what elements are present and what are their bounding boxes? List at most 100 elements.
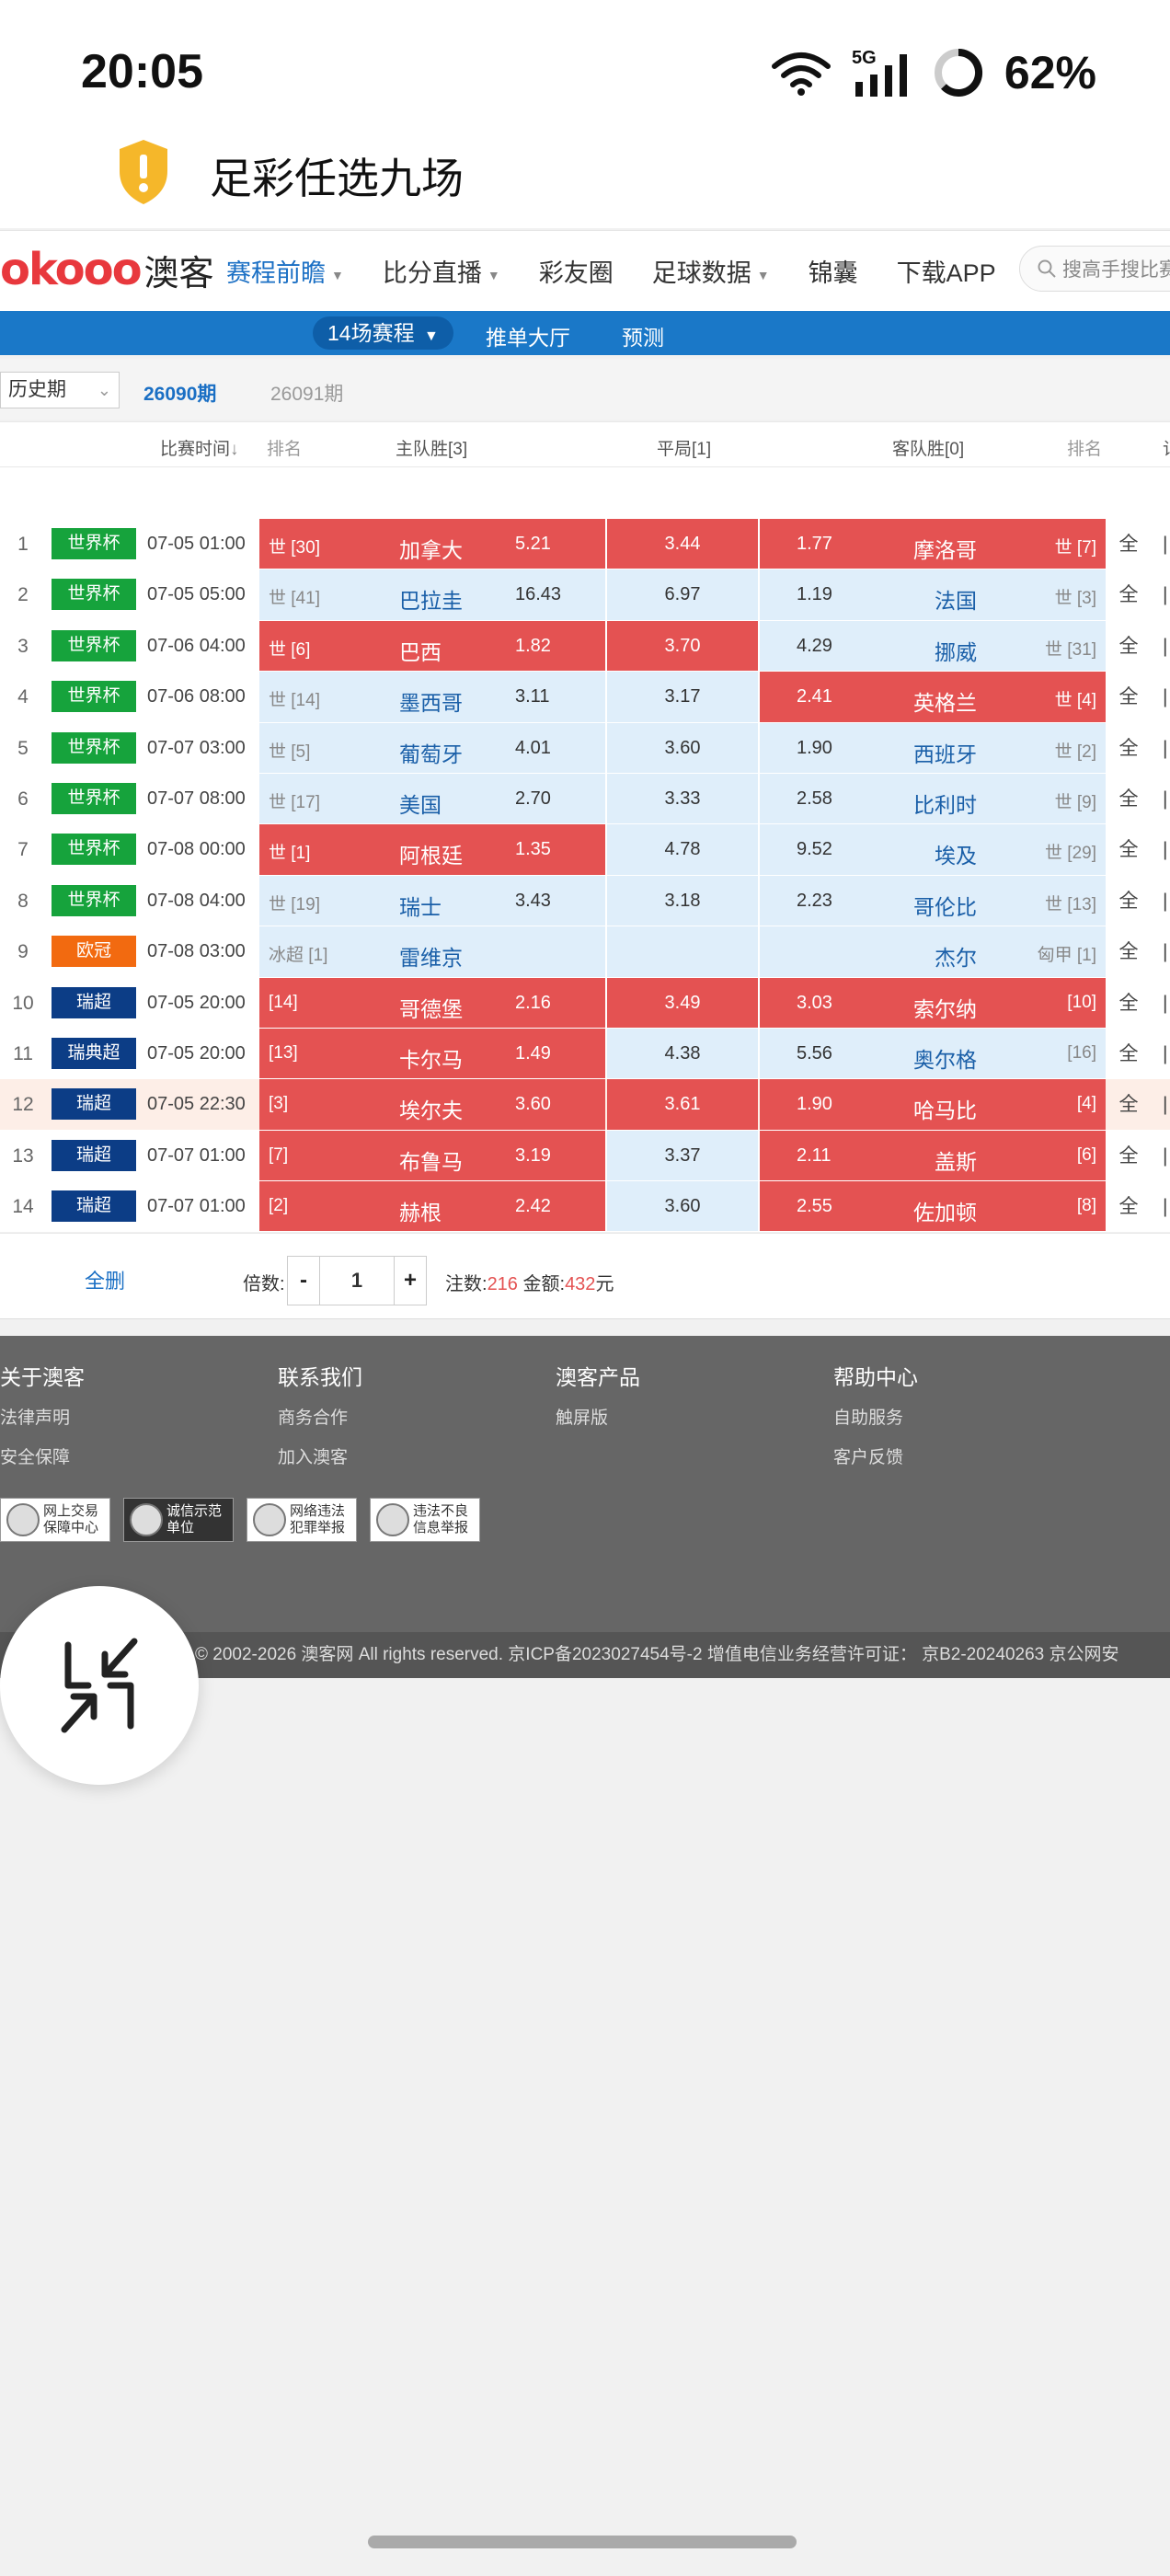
away-win-option[interactable]: 2.23 哥伦比 世 [13] bbox=[760, 875, 1106, 926]
league-badge[interactable]: 瑞超 bbox=[52, 986, 136, 1018]
nav-item-0[interactable]: 赛程前瞻 ▼ bbox=[226, 253, 344, 289]
select-all-button[interactable]: 全 bbox=[1107, 1181, 1150, 1231]
home-win-option[interactable]: 世 [1] 阿根廷 1.35 bbox=[259, 824, 605, 875]
minus-button[interactable]: - bbox=[288, 1257, 319, 1305]
away-win-option[interactable]: 9.52 埃及 世 [29] bbox=[760, 824, 1106, 875]
draw-option[interactable]: 4.78 bbox=[607, 824, 758, 875]
select-all-button[interactable]: 全 bbox=[1107, 978, 1150, 1028]
away-win-option[interactable]: 1.77 摩洛哥 世 [7] bbox=[760, 519, 1106, 569]
select-all-button[interactable]: 全 bbox=[1107, 824, 1150, 874]
home-win-option[interactable]: [7] 布鲁马 3.19 bbox=[259, 1130, 605, 1181]
league-badge[interactable]: 世界杯 bbox=[52, 782, 136, 814]
trust-badge[interactable]: 网络违法犯罪举报 bbox=[247, 1498, 357, 1542]
away-win-option[interactable]: 2.11 盖斯 [6] bbox=[760, 1130, 1106, 1181]
league-badge[interactable]: 世界杯 bbox=[52, 528, 136, 559]
nav-item-2[interactable]: 彩友圈 bbox=[539, 253, 614, 289]
nav-item-5[interactable]: 下载APP bbox=[897, 253, 996, 289]
trust-badge[interactable]: 网上交易保障中心 bbox=[0, 1498, 110, 1542]
away-win-option[interactable]: 杰尔 匈甲 [1] bbox=[760, 926, 1106, 977]
league-badge[interactable]: 欧冠 bbox=[52, 936, 136, 968]
away-win-option[interactable]: 2.58 比利时 世 [9] bbox=[760, 773, 1106, 824]
select-all-button[interactable]: 全 bbox=[1107, 926, 1150, 976]
home-win-option[interactable]: 世 [17] 美国 2.70 bbox=[259, 773, 605, 824]
trust-badge[interactable]: 违法不良信息举报 bbox=[370, 1498, 480, 1542]
footer-link[interactable]: 加入澳客 bbox=[278, 1443, 362, 1468]
draw-option[interactable]: 3.17 bbox=[607, 672, 758, 722]
home-win-option[interactable]: [13] 卡尔马 1.49 bbox=[259, 1028, 605, 1079]
home-win-option[interactable]: [14] 哥德堡 2.16 bbox=[259, 977, 605, 1028]
away-win-option[interactable]: 4.29 挪威 世 [31] bbox=[760, 620, 1106, 672]
nav-item-4[interactable]: 锦囊 bbox=[809, 253, 858, 289]
league-badge[interactable]: 世界杯 bbox=[52, 629, 136, 661]
draw-option[interactable]: 6.97 bbox=[607, 569, 758, 620]
nav-item-1[interactable]: 比分直播 ▼ bbox=[383, 253, 500, 289]
select-all-button[interactable]: 全 bbox=[1107, 723, 1150, 773]
away-win-option[interactable]: 5.56 奥尔格 [16] bbox=[760, 1028, 1106, 1079]
home-win-option[interactable]: 世 [6] 巴西 1.82 bbox=[259, 620, 605, 672]
floating-minimize-button[interactable] bbox=[0, 1586, 199, 1785]
clear-all-button[interactable]: 全删 bbox=[85, 1265, 125, 1294]
home-win-option[interactable]: 世 [14] 墨西哥 3.11 bbox=[259, 672, 605, 722]
away-win-option[interactable]: 3.03 索尔纳 [10] bbox=[760, 977, 1106, 1028]
multiplier-input[interactable]: 1 bbox=[319, 1257, 395, 1305]
league-badge[interactable]: 瑞超 bbox=[52, 1139, 136, 1171]
subnav-link-tuidan[interactable]: 推单大厅 bbox=[486, 320, 570, 351]
footer-link[interactable]: 客户反馈 bbox=[833, 1443, 918, 1468]
league-badge[interactable]: 瑞典超 bbox=[52, 1037, 136, 1069]
away-win-option[interactable]: 1.90 西班牙 世 [2] bbox=[760, 722, 1106, 773]
draw-option[interactable]: 3.60 bbox=[607, 1181, 758, 1232]
draw-option[interactable]: 3.49 bbox=[607, 977, 758, 1028]
home-win-option[interactable]: 世 [41] 巴拉圭 16.43 bbox=[259, 569, 605, 620]
draw-option[interactable]: 3.18 bbox=[607, 875, 758, 926]
trust-badge[interactable]: 诚信示范单位 bbox=[123, 1498, 234, 1542]
select-all-button[interactable]: 全 bbox=[1107, 1131, 1150, 1180]
home-win-option[interactable]: [3] 埃尔夫 3.60 bbox=[259, 1079, 605, 1130]
home-win-option[interactable]: 世 [30] 加拿大 5.21 bbox=[259, 519, 605, 569]
draw-option[interactable]: 3.61 bbox=[607, 1079, 758, 1130]
okooo-logo[interactable]: okooo 澳客 bbox=[0, 242, 214, 297]
draw-option[interactable]: 3.70 bbox=[607, 620, 758, 672]
nav-item-3[interactable]: 足球数据 ▼ bbox=[652, 253, 770, 289]
select-all-button[interactable]: 全 bbox=[1107, 519, 1150, 569]
select-all-button[interactable]: 全 bbox=[1107, 774, 1150, 823]
history-period-select[interactable]: 历史期 ⌄ bbox=[0, 372, 120, 408]
away-win-option[interactable]: 2.41 英格兰 世 [4] bbox=[760, 672, 1106, 722]
footer-link[interactable]: 商务合作 bbox=[278, 1404, 362, 1429]
select-all-button[interactable]: 全 bbox=[1107, 672, 1150, 721]
draw-option[interactable]: 3.37 bbox=[607, 1130, 758, 1181]
league-badge[interactable]: 瑞超 bbox=[52, 1190, 136, 1223]
league-badge[interactable]: 世界杯 bbox=[52, 731, 136, 764]
draw-option[interactable]: 3.44 bbox=[607, 519, 758, 569]
plus-button[interactable]: + bbox=[395, 1257, 426, 1305]
footer-link[interactable]: 安全保障 bbox=[0, 1443, 85, 1468]
draw-option[interactable]: 3.60 bbox=[607, 722, 758, 773]
league-badge[interactable]: 世界杯 bbox=[52, 579, 136, 611]
home-win-option[interactable]: 世 [19] 瑞士 3.43 bbox=[259, 875, 605, 926]
home-win-option[interactable]: 世 [5] 葡萄牙 4.01 bbox=[259, 722, 605, 773]
select-all-button[interactable]: 全 bbox=[1107, 1029, 1150, 1078]
away-win-option[interactable]: 1.90 哈马比 [4] bbox=[760, 1079, 1106, 1130]
period-current[interactable]: 26090期 bbox=[143, 379, 216, 407]
draw-option[interactable] bbox=[607, 926, 758, 977]
footer-link[interactable]: 触屏版 bbox=[556, 1404, 640, 1429]
footer-link[interactable]: 自助服务 bbox=[833, 1404, 918, 1429]
draw-option[interactable]: 4.38 bbox=[607, 1028, 758, 1079]
home-indicator[interactable] bbox=[368, 2536, 797, 2548]
away-win-option[interactable]: 1.19 法国 世 [3] bbox=[760, 569, 1106, 620]
subnav-link-yuce[interactable]: 预测 bbox=[622, 320, 664, 351]
league-badge[interactable]: 世界杯 bbox=[52, 834, 136, 866]
period-next[interactable]: 26091期 bbox=[270, 379, 343, 407]
search-box[interactable]: 搜高手搜比赛 bbox=[1019, 246, 1170, 292]
league-badge[interactable]: 世界杯 bbox=[52, 681, 136, 713]
draw-option[interactable]: 3.33 bbox=[607, 773, 758, 824]
home-win-option[interactable]: [2] 赫根 2.42 bbox=[259, 1181, 605, 1232]
select-all-button[interactable]: 全 bbox=[1107, 1079, 1150, 1129]
home-win-option[interactable]: 冰超 [1] 雷维京 bbox=[259, 926, 605, 977]
footer-link[interactable]: 法律声明 bbox=[0, 1404, 85, 1429]
league-badge[interactable]: 世界杯 bbox=[52, 884, 136, 916]
select-all-button[interactable]: 全 bbox=[1107, 876, 1150, 926]
away-win-option[interactable]: 2.55 佐加顿 [8] bbox=[760, 1181, 1106, 1232]
select-all-button[interactable]: 全 bbox=[1107, 621, 1150, 671]
select-all-button[interactable]: 全 bbox=[1107, 569, 1150, 619]
league-badge[interactable]: 瑞超 bbox=[52, 1088, 136, 1121]
